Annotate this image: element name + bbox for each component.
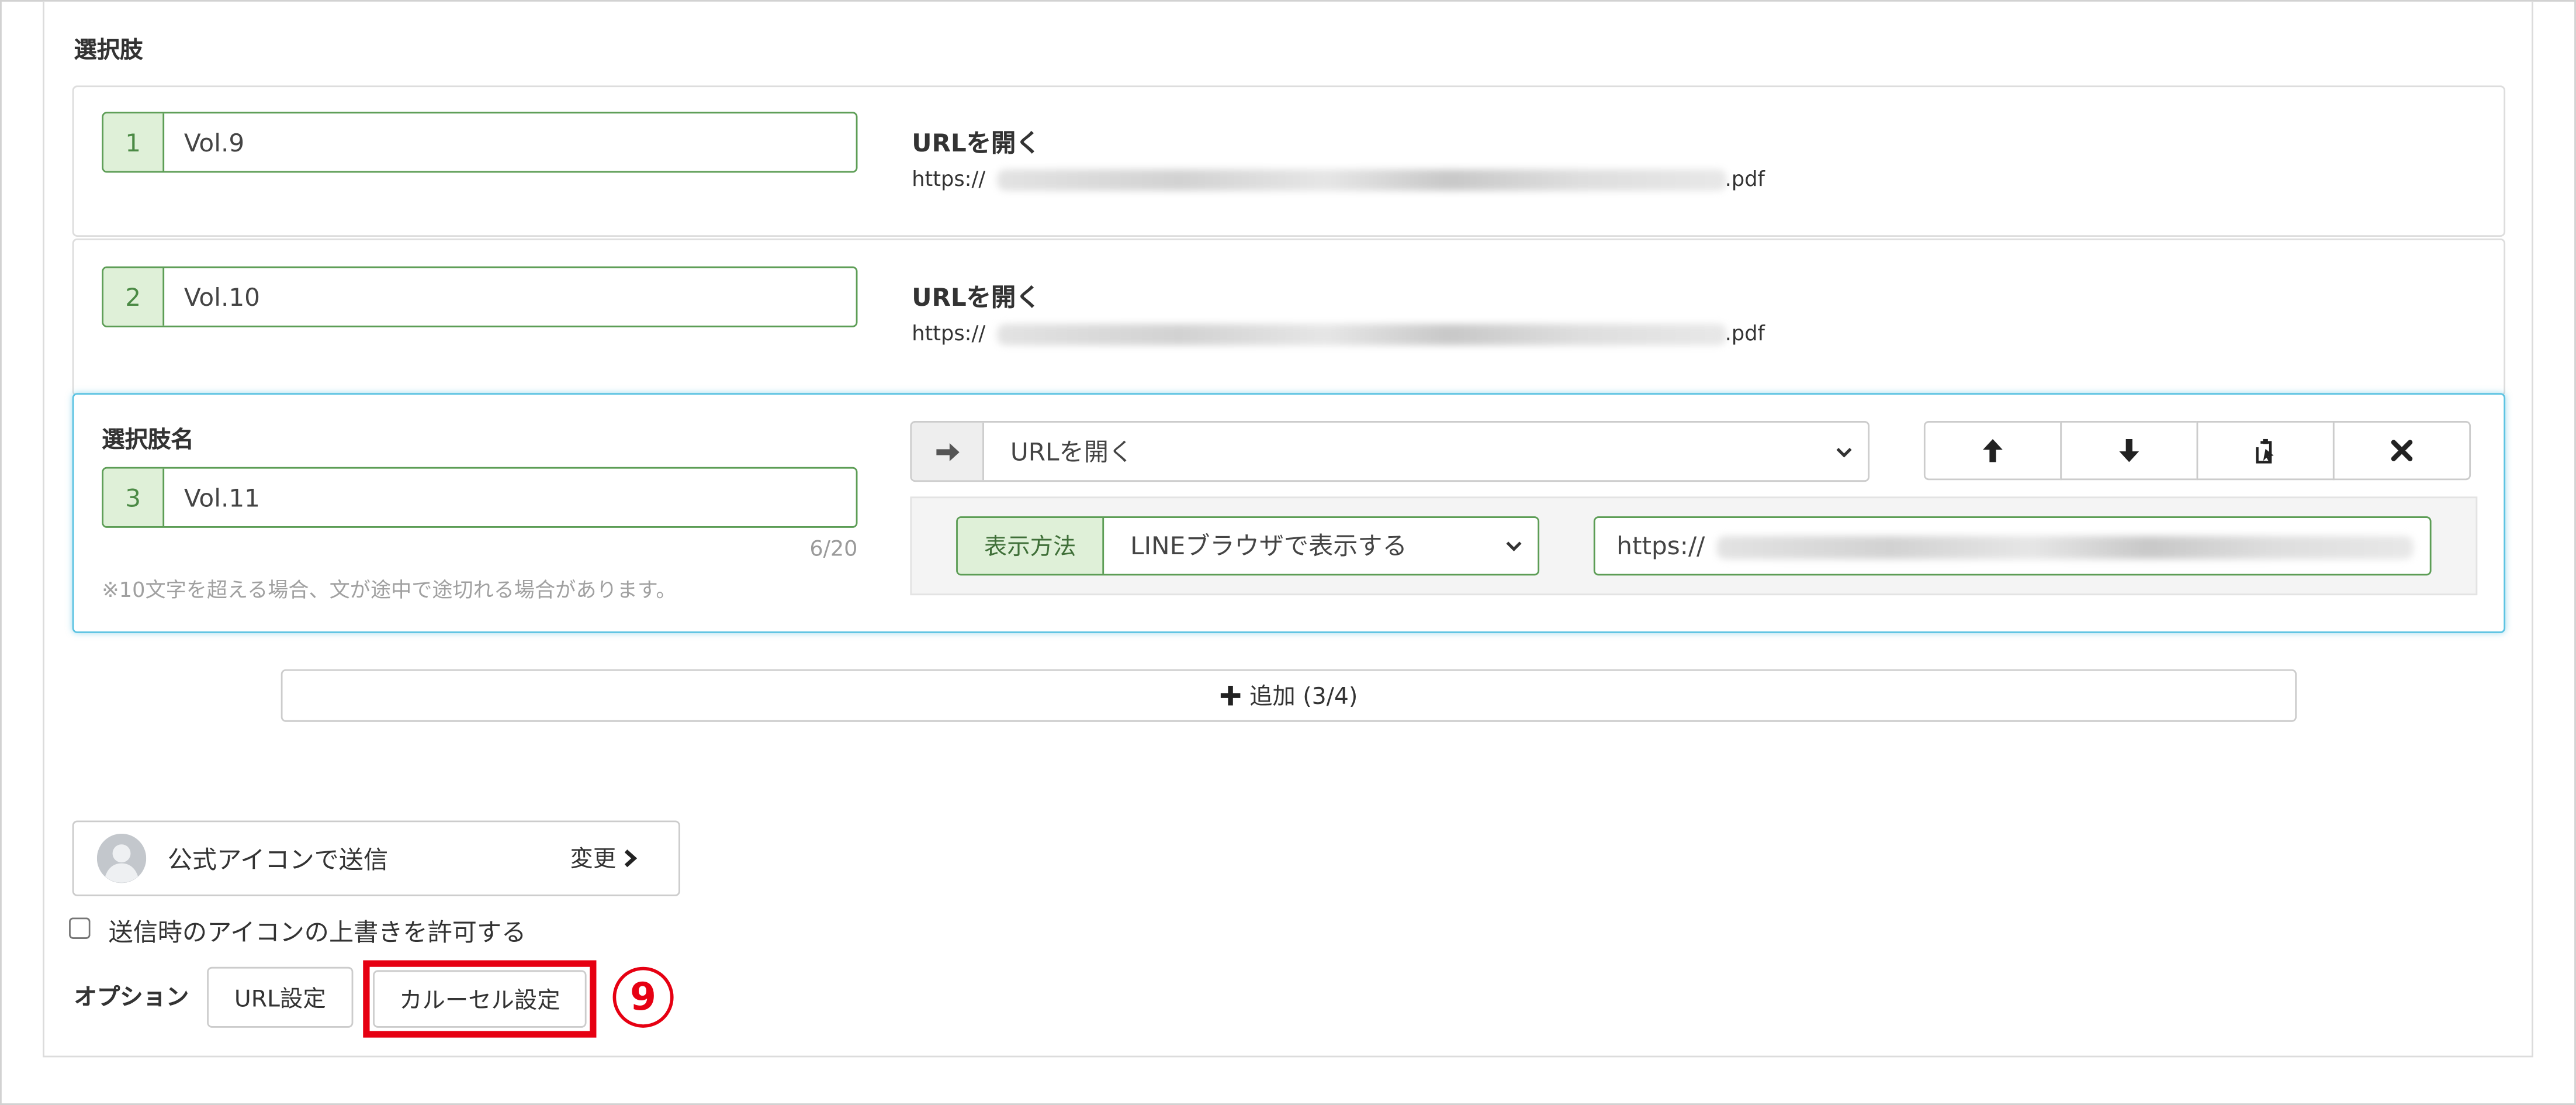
redacted-url <box>1716 536 2414 560</box>
delete-button[interactable] <box>2332 421 2471 481</box>
choice-index: 3 <box>103 468 165 526</box>
arrow-down-icon <box>2119 438 2139 462</box>
choice-label-input[interactable] <box>164 268 856 326</box>
move-up-button[interactable] <box>1923 421 2062 481</box>
redacted-url <box>997 169 1727 191</box>
choice-item-active[interactable]: 選択肢名 3 6/20 ※10文字を超える場合、文が途中で途切れる場合があります… <box>72 393 2506 633</box>
display-method-group: 表示方法 LINEブラウザで表示する <box>956 516 1540 576</box>
choice-item[interactable]: 1 URLを開く https:// .pdf <box>72 85 2506 237</box>
choice-action: URLを開く <box>912 282 1041 313</box>
options-label: オプション <box>74 985 189 1011</box>
sender-selector[interactable]: 公式アイコンで送信 変更 <box>72 820 680 896</box>
change-sender-link[interactable]: 変更 <box>570 842 638 875</box>
choice-label-group: 1 <box>102 112 858 173</box>
redacted-url <box>997 324 1727 346</box>
action-select-group: URLを開く <box>910 421 1870 482</box>
choice-label-group: 2 <box>102 266 858 327</box>
choice-name-label: 選択肢名 <box>102 427 194 454</box>
move-down-button[interactable] <box>2060 421 2198 481</box>
display-method-select[interactable]: LINEブラウザで表示する <box>1104 517 1538 574</box>
choice-url-suffix: .pdf <box>1725 320 1765 346</box>
add-choice-button[interactable]: 追加 (3/4) <box>281 669 2297 722</box>
choice-label-group: 3 <box>102 467 858 528</box>
choice-controls <box>1923 421 2471 481</box>
carousel-settings-button[interactable]: カルーセル設定 <box>373 970 587 1028</box>
paste-icon <box>2256 438 2274 464</box>
step-number-badge: 9 <box>612 966 674 1028</box>
url-input-value: https:// <box>1616 531 1705 561</box>
action-select-wrapper: URLを開く <box>984 422 1868 481</box>
choice-url-prefix: https:// <box>912 166 986 191</box>
url-settings-panel: 表示方法 LINEブラウザで表示する https:// <box>910 496 2478 596</box>
close-icon <box>2391 440 2413 461</box>
icon-override-label: 送信時のアイコンの上書きを許可する <box>108 917 527 947</box>
copy-button[interactable] <box>2196 421 2335 481</box>
choice-label-input[interactable] <box>164 113 856 171</box>
url-settings-button[interactable]: URL設定 <box>207 966 354 1028</box>
char-counter: 6/20 <box>809 537 858 562</box>
display-method-wrapper: LINEブラウザで表示する <box>1104 517 1538 574</box>
length-hint: ※10文字を超える場合、文が途中で途切れる場合があります。 <box>102 577 677 602</box>
choice-index: 1 <box>103 113 165 171</box>
display-method-label: 表示方法 <box>957 517 1105 574</box>
plus-icon <box>1220 685 1240 706</box>
section-label: 選択肢 <box>74 37 143 64</box>
choice-url-suffix: .pdf <box>1725 166 1765 191</box>
chevron-right-icon <box>624 849 638 868</box>
choice-url-prefix: https:// <box>912 320 986 346</box>
change-label: 変更 <box>570 847 617 873</box>
sender-label: 公式アイコンで送信 <box>167 845 389 875</box>
arrow-up-icon <box>1983 438 2003 462</box>
icon-override-checkbox[interactable] <box>69 917 91 939</box>
action-select[interactable]: URLを開く <box>984 422 1868 481</box>
choice-index: 2 <box>103 268 165 326</box>
choice-item[interactable]: 2 URLを開く https:// .pdf <box>72 238 2506 396</box>
choice-editor-page: 選択肢 1 URLを開く https:// .pdf 2 URLを開く http… <box>0 0 2576 1105</box>
choice-action: URLを開く <box>912 128 1041 158</box>
url-input[interactable]: https:// <box>1593 516 2432 576</box>
avatar-icon <box>96 833 147 883</box>
arrow-right-icon <box>912 422 984 481</box>
choice-label-input[interactable] <box>164 468 856 526</box>
add-choice-label: 追加 (3/4) <box>1249 684 1358 710</box>
